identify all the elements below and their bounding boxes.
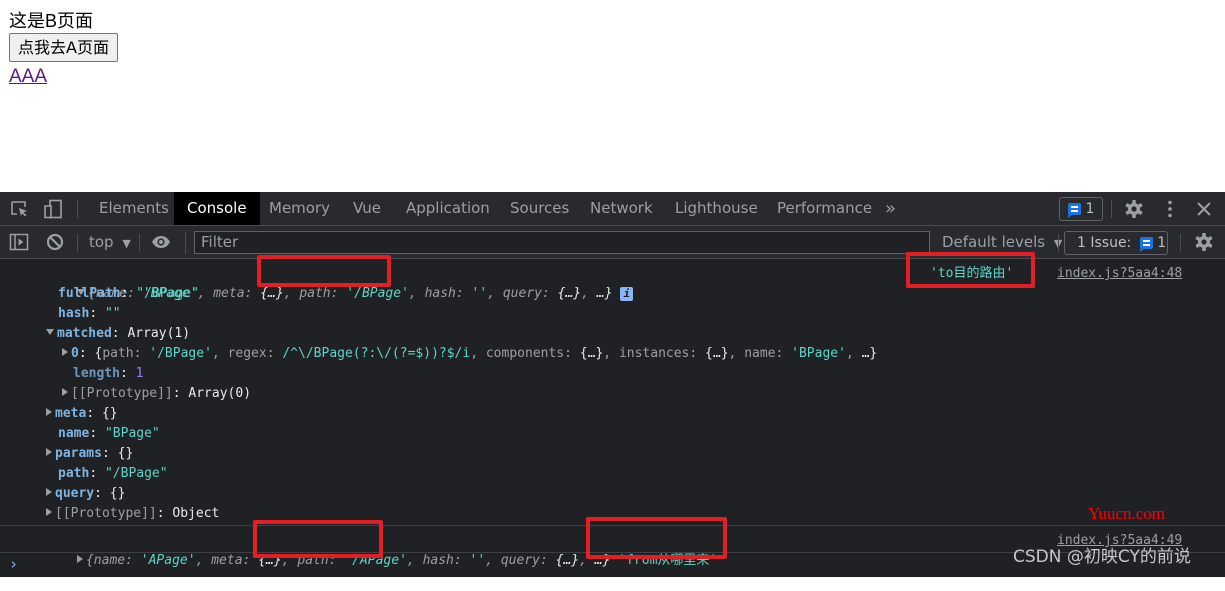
messages-badge[interactable]: 1 <box>1059 197 1103 221</box>
tab-lighthouse[interactable]: Lighthouse <box>662 192 771 225</box>
prop-params[interactable]: params: {} <box>46 444 133 464</box>
console-toolbar: top ▼ Filter Default levels ▼ 1 Issue: 1 <box>0 226 1225 259</box>
prop-array-prototype[interactable]: [[Prototype]]: Array(0) <box>62 384 251 404</box>
toolbar-separator <box>77 234 78 252</box>
prop-meta[interactable]: meta: {} <box>46 404 118 424</box>
prop-length: length: 1 <box>73 366 144 381</box>
console-settings-gear-icon[interactable] <box>1194 232 1214 252</box>
more-options-icon[interactable] <box>1160 199 1180 219</box>
prop-path: path: "/BPage" <box>58 466 168 481</box>
highlight-box-to-path <box>257 255 391 287</box>
prop-object-prototype[interactable]: [[Prototype]]: Object <box>46 504 219 524</box>
source-link-48[interactable]: index.js?5aa4:48 <box>1057 264 1182 284</box>
highlight-box-to-label <box>906 252 1035 288</box>
expand-triangle-icon[interactable] <box>62 348 68 356</box>
tab-application[interactable]: Application <box>393 192 503 225</box>
message-count: 1 <box>1085 201 1095 217</box>
tab-performance[interactable]: Performance <box>764 192 885 225</box>
rendered-page: 这是B页面 点我去A页面 AAA <box>0 0 1225 192</box>
toolbar-separator <box>139 234 140 252</box>
tab-console[interactable]: Console <box>174 192 260 225</box>
highlight-box-from-label <box>586 517 727 559</box>
prop-hash: hash: "" <box>58 306 121 321</box>
message-icon <box>1068 203 1081 218</box>
page-heading: 这是B页面 <box>9 11 94 31</box>
tab-separator <box>77 200 78 218</box>
toolbar-separator <box>1058 234 1059 252</box>
badge-separator <box>1111 200 1112 218</box>
log-levels-value: Default levels <box>942 233 1046 251</box>
expand-triangle-icon[interactable] <box>46 408 52 416</box>
more-tabs-button[interactable]: » <box>872 192 909 225</box>
watermark-yuucn: Yuucn.com <box>1088 504 1165 523</box>
close-devtools-icon[interactable] <box>1194 199 1214 219</box>
watermark-csdn: CSDN @初映CY的前说 <box>1013 547 1191 567</box>
issues-label: 1 Issue: <box>1077 235 1132 251</box>
issues-count: 1 <box>1157 235 1167 251</box>
expand-triangle-icon[interactable] <box>46 448 52 456</box>
prop-name: name: "BPage" <box>58 426 160 441</box>
clear-console-icon[interactable] <box>45 232 65 252</box>
issue-message-icon <box>1139 237 1153 252</box>
toolbar-separator <box>1180 234 1181 252</box>
prop-matched[interactable]: matched: Array(1) <box>46 324 190 344</box>
devtools-tab-bar: Elements Console Memory Vue Application … <box>0 192 1225 226</box>
issues-button[interactable]: 1 Issue: 1 <box>1064 231 1168 255</box>
prop-query[interactable]: query: {} <box>46 484 125 504</box>
context-selector[interactable]: top ▼ <box>89 226 131 259</box>
live-expression-eye-icon[interactable] <box>151 232 171 252</box>
devtools-panel: Elements Console Memory Vue Application … <box>0 192 1225 577</box>
settings-gear-icon[interactable] <box>1124 199 1144 219</box>
prop-matched-0[interactable]: 0: {path: '/BPage', regex: /^\/BPage(?:\… <box>62 344 877 364</box>
inspect-element-icon[interactable] <box>10 199 30 219</box>
toolbar-separator <box>185 232 186 254</box>
filter-input[interactable]: Filter <box>194 231 930 254</box>
tab-sources[interactable]: Sources <box>497 192 582 225</box>
tab-memory[interactable]: Memory <box>256 192 343 225</box>
dropdown-arrow-icon: ▼ <box>122 237 131 250</box>
aaa-link[interactable]: AAA <box>9 65 47 89</box>
tab-elements[interactable]: Elements <box>86 192 182 225</box>
tab-network[interactable]: Network <box>577 192 666 225</box>
prop-fullpath: fullPath: "/BPage" <box>58 286 199 301</box>
context-value: top <box>89 233 114 251</box>
expand-triangle-icon[interactable] <box>62 388 68 396</box>
expand-triangle-icon[interactable] <box>46 508 52 516</box>
collapse-triangle-icon[interactable] <box>46 329 54 335</box>
console-output: {name: 'BPage', meta: {…}, path: '/BPage… <box>0 252 1225 577</box>
tab-vue[interactable]: Vue <box>340 192 394 225</box>
expand-triangle-icon[interactable] <box>46 488 52 496</box>
go-to-a-page-button[interactable]: 点我去A页面 <box>9 33 118 62</box>
info-icon[interactable]: i <box>620 286 634 301</box>
expand-triangle-icon[interactable] <box>76 555 83 563</box>
highlight-box-from-path <box>253 520 383 558</box>
console-prompt[interactable]: › <box>9 554 18 574</box>
device-toolbar-icon[interactable] <box>43 199 63 219</box>
show-sidebar-icon[interactable] <box>9 232 29 252</box>
